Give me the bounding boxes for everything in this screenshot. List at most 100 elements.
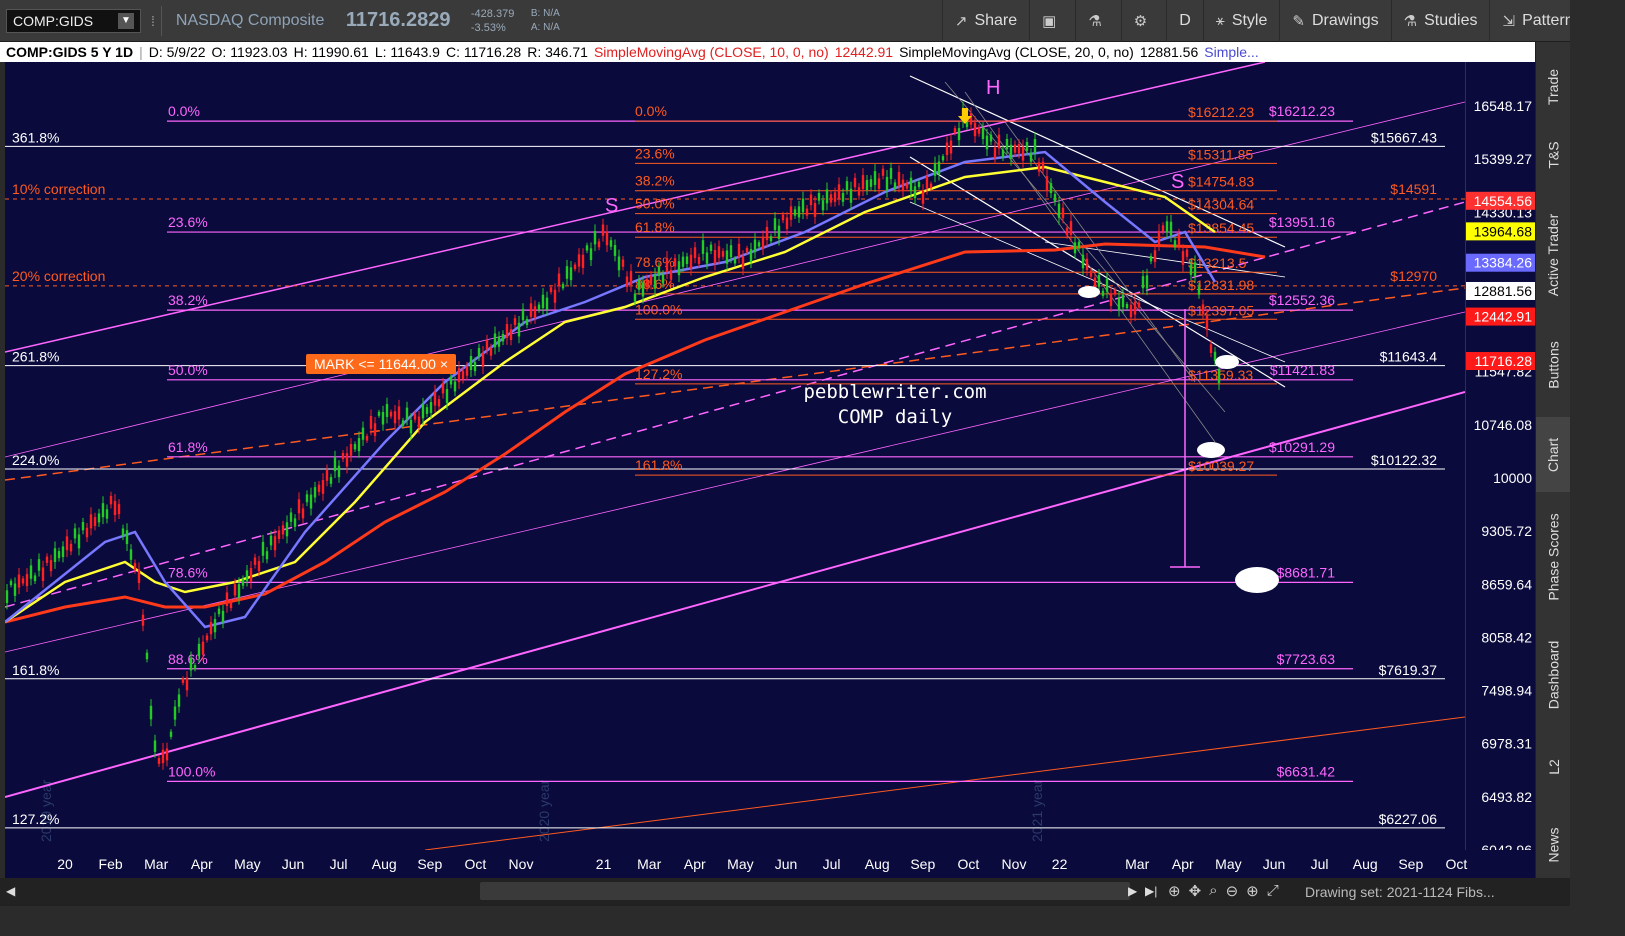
studies-button[interactable]: ⚗ Studies: [1390, 0, 1490, 42]
settings-button[interactable]: ⚙: [1120, 0, 1166, 42]
sidebar-tab-chart[interactable]: Chart: [1536, 417, 1571, 492]
candle-body: [737, 243, 741, 257]
crosshair-icon[interactable]: ⊕: [1168, 882, 1181, 900]
candle-body: [905, 182, 909, 189]
candle-body: [757, 242, 761, 247]
mark-label[interactable]: MARK <= 11644.00 ×: [306, 354, 457, 374]
candle-body: [1057, 203, 1061, 218]
candle-body: [721, 251, 725, 257]
time-tick: Nov: [509, 856, 534, 872]
sidebar-tab-dashboard[interactable]: Dashboard: [1536, 622, 1571, 727]
price-tick: 15399.27: [1474, 151, 1533, 167]
candle-body: [185, 677, 189, 691]
chart-scrollbar[interactable]: ◀ ▶ ▶| ⊕ ✥ ⌕ ⊖ ⊕ ⤢ Drawing set: 2021-112…: [0, 878, 1625, 906]
sidebar-tab-t-s[interactable]: T&S: [1536, 122, 1571, 187]
trend-line: [1004, 121, 1196, 383]
period-label: D: [1179, 11, 1191, 29]
candle-body: [441, 383, 445, 394]
candle-body: [1157, 230, 1161, 245]
candle-body: [353, 444, 357, 450]
price-tick: 6493.82: [1481, 789, 1532, 805]
candle-body: [201, 641, 205, 655]
candle-body: [1141, 276, 1145, 289]
candle-body: [1005, 138, 1009, 150]
candle-body: [653, 274, 657, 289]
candle-body: [549, 287, 553, 293]
candle-body: [709, 244, 713, 251]
scroll-left-icon[interactable]: ◀: [6, 884, 15, 898]
sidebar-tab-phase-scores[interactable]: Phase Scores: [1536, 502, 1571, 612]
candle-body: [837, 184, 841, 199]
candle-body: [1001, 149, 1005, 158]
studies-lab-button[interactable]: ⚗: [1075, 0, 1120, 42]
scroll-end-icon[interactable]: ▶|: [1145, 884, 1157, 898]
fit-icon[interactable]: ⤢: [1267, 882, 1279, 900]
symbol-selector[interactable]: COMP:GIDS ▼: [6, 8, 141, 33]
candle-body: [1133, 301, 1137, 315]
candle-body: [933, 163, 937, 176]
sidebar-tab-news[interactable]: News: [1536, 807, 1571, 882]
candle-body: [249, 568, 253, 582]
candle-body: [269, 535, 273, 546]
pan-icon[interactable]: ✥: [1189, 882, 1202, 900]
candle-body: [657, 266, 661, 276]
info-more: Simple...: [1204, 44, 1259, 60]
period-button[interactable]: D: [1166, 0, 1203, 42]
candle-body: [637, 279, 641, 290]
candle-body: [1033, 139, 1037, 153]
zoom-in-icon[interactable]: ⊕: [1246, 882, 1259, 900]
candle-body: [705, 252, 709, 264]
candle-body: [749, 249, 753, 262]
price-axis[interactable]: 16548.17 15399.27 14330.13 11547.82 10746.08…: [1465, 62, 1536, 858]
sidebar-tab-active-trader[interactable]: Active Trader: [1536, 197, 1571, 312]
candle-body: [301, 508, 305, 519]
snapshot-button[interactable]: ▣: [1029, 0, 1075, 42]
candle-body: [421, 404, 425, 419]
fib-level-price: $12552.36: [1269, 292, 1335, 308]
candle-body: [741, 256, 745, 269]
chart-area[interactable]: 2019 year 2020 year 2021 year 361.8% $15667.…: [5, 62, 1465, 850]
candle-body: [1205, 315, 1209, 330]
candle-body: [333, 457, 337, 472]
chart-canvas[interactable]: 2019 year 2020 year 2021 year361.8% $15667.…: [5, 62, 1465, 850]
time-axis[interactable]: 20 Feb Mar Apr May Jun Jul Aug Sep Oct Nov 21 Mar Apr…: [5, 850, 1535, 878]
level-price: $15667.43: [1371, 129, 1437, 145]
time-tick: Oct: [465, 856, 487, 872]
candle-body: [985, 135, 989, 150]
sidebar-tab-trade[interactable]: Trade: [1536, 52, 1571, 122]
candle-body: [969, 113, 973, 125]
scroll-thumb[interactable]: [480, 882, 1130, 900]
style-button[interactable]: ⚹ Style: [1202, 0, 1280, 42]
candle-body: [1117, 297, 1121, 311]
candle-body: [861, 175, 865, 190]
close-icon[interactable]: ×: [440, 356, 448, 372]
watermark: pebblewriter.com COMP daily: [785, 380, 1005, 430]
candle-body: [545, 297, 549, 310]
scroll-right-icon[interactable]: ▶: [1128, 884, 1137, 898]
candle-body: [585, 245, 589, 251]
candle-body: [1201, 304, 1205, 315]
sidebar-tab-l2[interactable]: L2: [1536, 737, 1571, 797]
candle-body: [433, 391, 437, 406]
drawing-set-label[interactable]: Drawing set: 2021-1124 Fibs...: [1305, 884, 1495, 900]
time-tick: Sep: [1398, 856, 1423, 872]
candle-body: [329, 477, 333, 484]
sidebar-tab-buttons[interactable]: Buttons: [1536, 322, 1571, 407]
price-bubble-label: 12881.56: [1474, 283, 1533, 299]
chevron-down-icon[interactable]: ▼: [118, 12, 134, 29]
candle-body: [1217, 369, 1221, 383]
candle-body: [1129, 304, 1133, 318]
fib-level-label: 78.6%: [168, 564, 208, 580]
time-tick: Mar: [1125, 856, 1149, 872]
zoom-out-icon[interactable]: ⊖: [1226, 882, 1239, 900]
candle-body: [349, 444, 353, 456]
candle-body: [145, 652, 149, 660]
link-icon[interactable]: ⁞: [151, 13, 155, 29]
drawings-button[interactable]: ✎ Drawings: [1279, 0, 1390, 42]
fib-level-label: 50.0%: [168, 362, 208, 378]
correction-price: $14591: [1390, 181, 1437, 197]
candle-body: [153, 740, 157, 752]
share-button[interactable]: ↗ Share: [941, 0, 1029, 42]
candle-body: [869, 179, 873, 187]
zoom-icon[interactable]: ⌕: [1209, 882, 1217, 900]
